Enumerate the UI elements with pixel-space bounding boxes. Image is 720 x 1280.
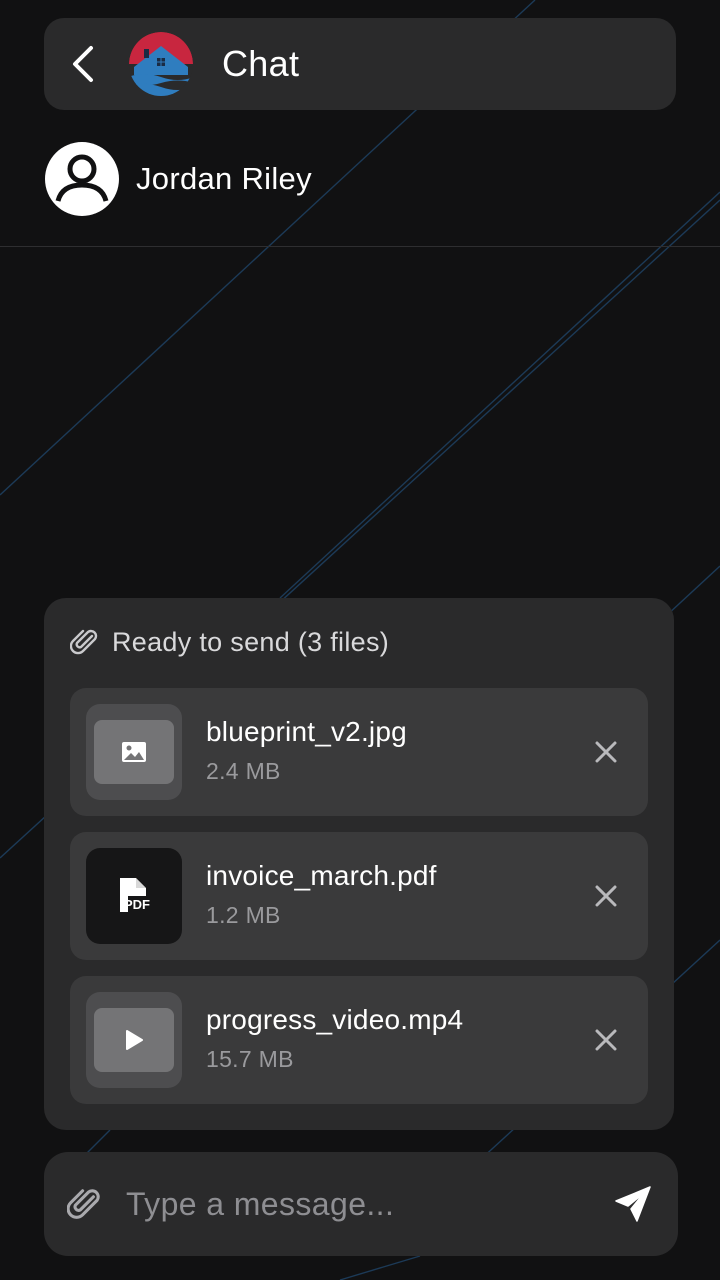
attachment-item: PDF invoice_march.pdf 1.2 MB — [70, 832, 648, 960]
attach-button[interactable] — [44, 1152, 126, 1256]
file-thumbnail — [86, 704, 182, 800]
close-icon — [595, 885, 617, 907]
attachments-heading: Ready to send (3 files) — [70, 622, 389, 662]
chat-header: Chat — [44, 18, 676, 110]
svg-text:PDF: PDF — [124, 897, 150, 912]
attachment-item: blueprint_v2.jpg 2.4 MB — [70, 688, 648, 816]
page-title: Chat — [222, 43, 300, 84]
close-icon — [595, 1029, 617, 1051]
remove-attachment-button[interactable] — [578, 868, 634, 924]
back-button[interactable] — [44, 18, 124, 110]
message-input[interactable] — [126, 1174, 588, 1234]
contact-name: Jordan Riley — [136, 161, 312, 196]
file-size: 15.7 MB — [206, 1046, 294, 1072]
file-thumbnail: PDF — [86, 848, 182, 944]
send-icon — [615, 1186, 651, 1222]
attachments-panel: Ready to send (3 files) blueprint_v2.jpg… — [44, 598, 674, 1130]
house-on-waves-logo — [129, 32, 193, 96]
paperclip-icon — [67, 1189, 100, 1219]
play-icon — [126, 1030, 143, 1050]
image-icon — [122, 742, 146, 762]
remove-attachment-button[interactable] — [578, 724, 634, 780]
user-avatar-icon — [45, 142, 119, 216]
attachments-heading-text: Ready to send (3 files) — [112, 626, 390, 657]
pdf-file-icon: PDF — [120, 878, 150, 912]
send-button[interactable] — [588, 1152, 678, 1256]
chevron-left-icon — [73, 46, 93, 82]
attachment-item: progress_video.mp4 15.7 MB — [70, 976, 648, 1104]
file-name: progress_video.mp4 — [206, 1004, 464, 1035]
file-name: invoice_march.pdf — [206, 860, 437, 891]
remove-attachment-button[interactable] — [578, 1012, 634, 1068]
paperclip-icon — [70, 629, 98, 655]
contact-info[interactable]: Jordan Riley — [44, 140, 312, 218]
file-size: 1.2 MB — [206, 902, 281, 928]
file-thumbnail — [86, 992, 182, 1088]
file-size: 2.4 MB — [206, 758, 281, 784]
close-icon — [595, 741, 617, 763]
message-composer — [44, 1152, 678, 1256]
header-divider — [0, 246, 720, 247]
file-name: blueprint_v2.jpg — [206, 716, 407, 747]
